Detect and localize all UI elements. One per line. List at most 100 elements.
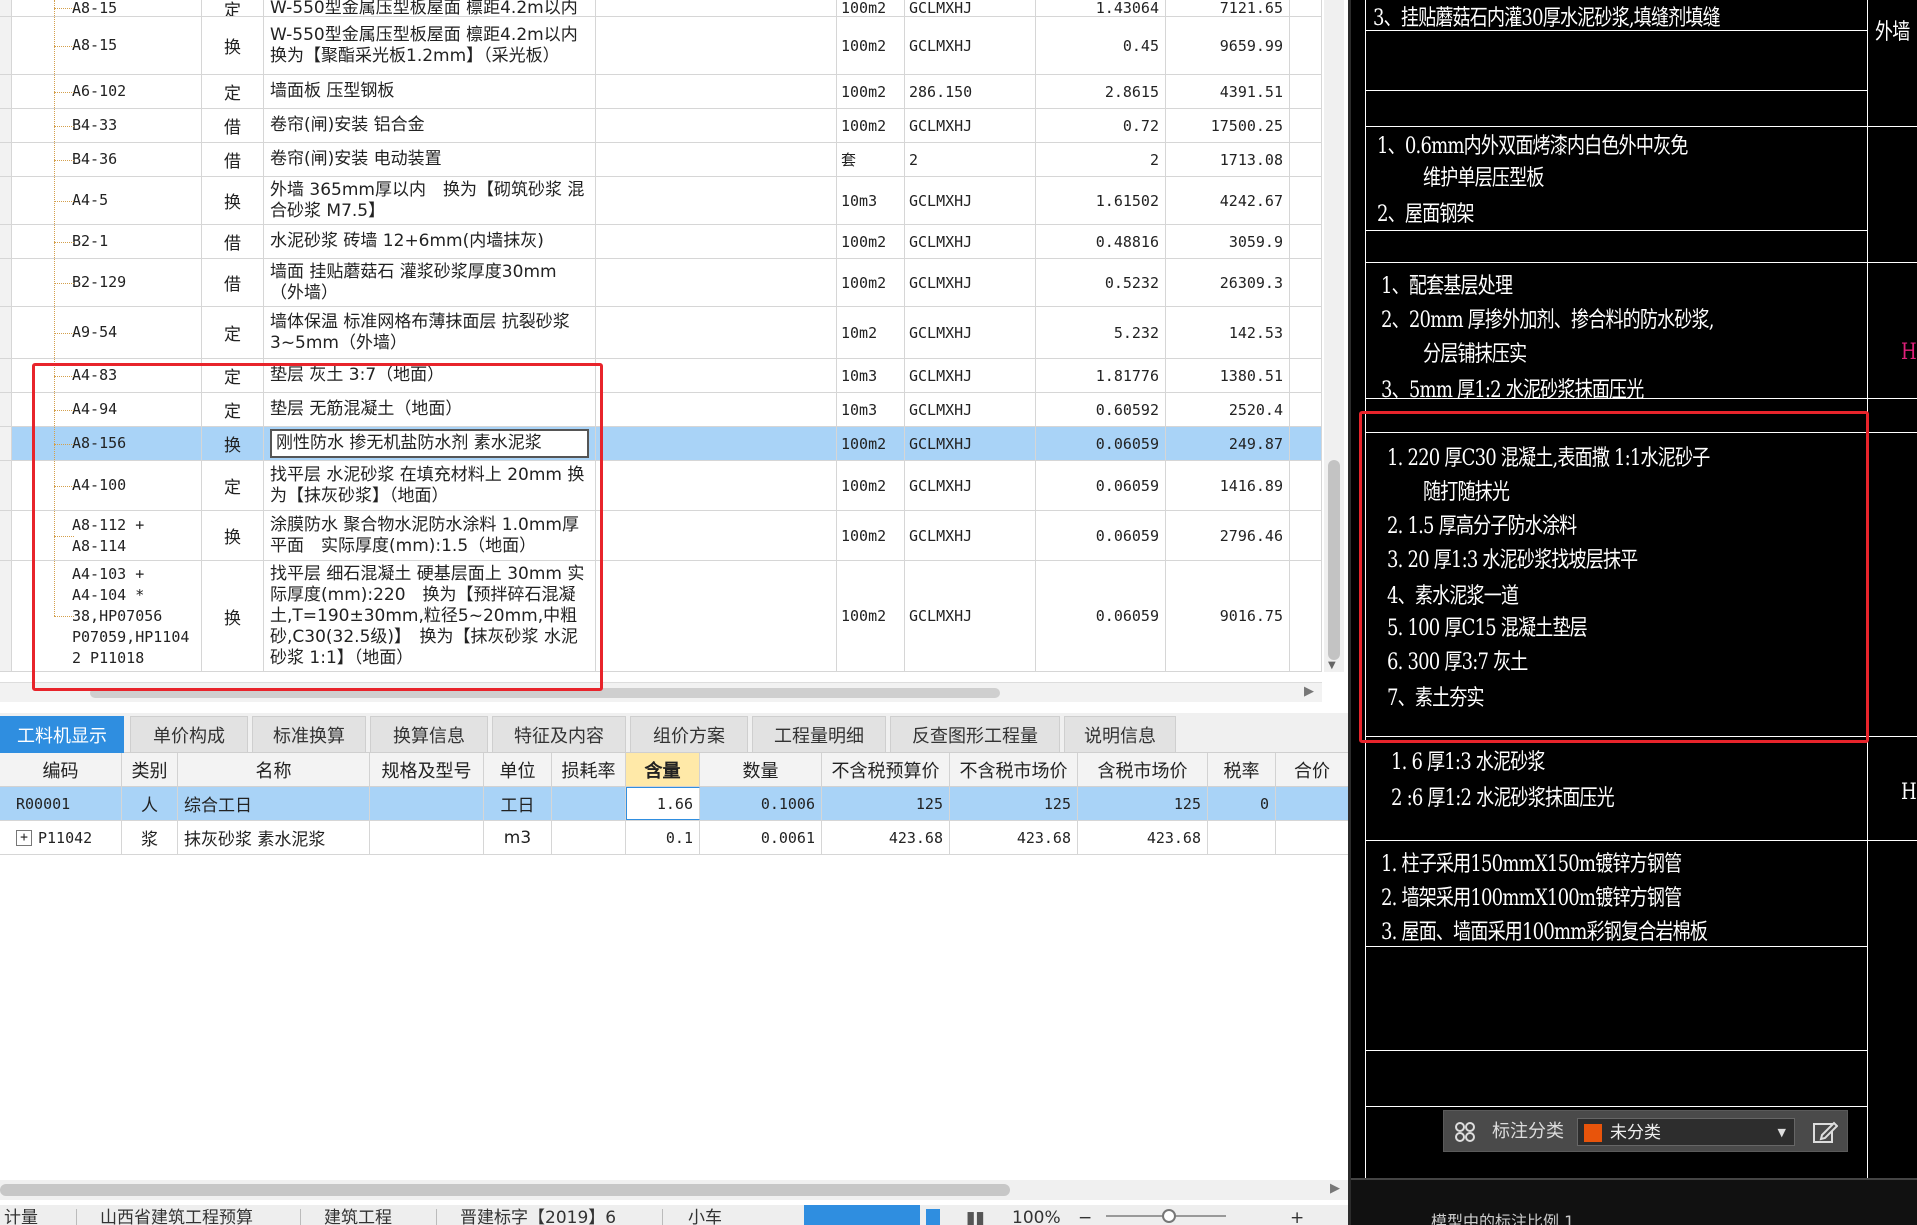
quota-name-cell: 卷帘(闸)安装 电动装置 xyxy=(264,143,596,176)
cad-annotation[interactable]: 3、挂贴蘑菇石内灌30厚水泥砂浆,填缝剂填缝 xyxy=(1373,0,1721,32)
table-row[interactable]: A4-94 定 垫层 无筋混凝土（地面） 10m3 GCLMXHJ 0.6059… xyxy=(0,393,1322,427)
cad-annotation[interactable]: 2、20mm 厚掺外加剂、掺合料的防水砂浆, xyxy=(1381,302,1714,334)
zoom-out-icon[interactable]: − xyxy=(1078,1205,1092,1225)
cad-annotation[interactable]: 2、屋面钢架 xyxy=(1377,196,1475,228)
scroll-thumb[interactable] xyxy=(0,1184,1010,1196)
cad-annotation[interactable]: 4、素水泥浆一道 xyxy=(1387,578,1519,610)
tab-pricing-scheme[interactable]: 组价方案 xyxy=(630,716,748,753)
table-row[interactable]: A8-15 换 W-550型金属压型板屋面 檩距4.2m以内 换为【聚酯采光板1… xyxy=(0,17,1322,75)
cad-annotation[interactable]: 1. 柱子采用150mmX150m镀锌方钢管 xyxy=(1381,846,1682,878)
cad-annotation[interactable]: 3. 屋面、墙面采用100mm彩钢复合岩棉板 xyxy=(1381,914,1708,946)
column-header[interactable]: 含税市场价 xyxy=(1078,753,1208,786)
cad-annotation[interactable]: 2 :6 厚1:2 水泥砂浆抹面压光 xyxy=(1391,780,1615,812)
column-header[interactable]: 不含税预算价 xyxy=(822,753,950,786)
quota-code-cell: B4-33 xyxy=(12,109,202,142)
column-header[interactable]: 编码 xyxy=(0,753,122,786)
scroll-right-arrow-icon[interactable]: ▶ xyxy=(1304,684,1314,699)
table-row[interactable]: B2-1 借 水泥砂浆 砖墙 12+6mm(内墙抹灰) 100m2 GCLMXH… xyxy=(0,225,1322,259)
cad-annotation[interactable]: 7、素土夯实 xyxy=(1387,680,1485,712)
column-header[interactable]: 损耗率 xyxy=(552,753,626,786)
table-row[interactable]: B4-33 借 卷帘(闸)安装 铝合金 100m2 GCLMXHJ 0.72 1… xyxy=(0,109,1322,143)
cad-annotation[interactable]: 1、配套基层处理 xyxy=(1381,268,1513,300)
cad-annotation[interactable]: H xyxy=(1901,340,1917,365)
cad-annotation[interactable]: 3. 20 厚1:3 水泥砂浆找坡层抹平 xyxy=(1387,542,1638,574)
quota-name-editor[interactable]: 刚性防水 掺无机盐防水剂 素水泥浆 xyxy=(270,429,589,458)
scroll-thumb[interactable] xyxy=(1328,460,1340,660)
resource-unit-cell: 工日 xyxy=(484,787,552,820)
table-row[interactable]: A8-15 定 W-550型金属压型板屋面 檩距4.2m以内 100m2 GCL… xyxy=(0,0,1322,17)
table-row[interactable]: A4-103 + A4-104 * 38,HP07056 P07059,HP11… xyxy=(0,561,1322,672)
column-header[interactable]: 税率 xyxy=(1208,753,1276,786)
column-header[interactable]: 规格及型号 xyxy=(370,753,484,786)
status-item: 计量 xyxy=(4,1208,38,1225)
cad-annotation[interactable]: H xyxy=(1901,780,1917,805)
resource-row[interactable]: R00001 人 综合工日 工日 1.66 0.1006 125 125 125… xyxy=(0,787,1348,821)
resource-name-cell: 综合工日 xyxy=(178,787,370,820)
cad-annotation[interactable]: 外墙 xyxy=(1875,14,1910,46)
price-cell: 249.87 xyxy=(1166,427,1290,460)
layout-icon[interactable]: ▮▮ xyxy=(966,1205,985,1225)
quota-code-cell: A4-83 xyxy=(12,359,202,392)
table-row[interactable]: A6-102 定 墙面板 压型钢板 100m2 286.150 2.8615 4… xyxy=(0,75,1322,109)
tab-standard-conversion[interactable]: 标准换算 xyxy=(252,716,366,753)
resource-content-cell[interactable]: 0.1 xyxy=(626,821,700,854)
quota-code-cell: A4-94 xyxy=(12,393,202,426)
cad-annotation[interactable]: 随打随抹光 xyxy=(1423,474,1510,506)
column-header[interactable]: 类别 xyxy=(122,753,178,786)
column-header[interactable]: 含量 xyxy=(626,753,700,786)
table-row[interactable]: B2-129 借 墙面 挂贴蘑菇石 灌浆砂浆厚度30mm（外墙） 100m2 G… xyxy=(0,259,1322,307)
status-checkbox[interactable] xyxy=(926,1209,940,1225)
column-header[interactable]: 数量 xyxy=(700,753,822,786)
cad-annotation[interactable]: 1. 220 厚C30 混凝土,表面撒 1:1水泥砂子 xyxy=(1387,440,1710,472)
vertical-scrollbar[interactable]: ▼ xyxy=(1324,0,1344,672)
caret-down-icon[interactable]: ▼ xyxy=(1778,1119,1786,1147)
cad-annotation[interactable]: 5. 100 厚C15 混凝土垫层 xyxy=(1387,610,1588,642)
tab-conversion-info[interactable]: 换算信息 xyxy=(370,716,488,753)
column-header[interactable]: 单位 xyxy=(484,753,552,786)
tab-reverse-graphic-quantity[interactable]: 反查图形工程量 xyxy=(890,716,1060,753)
cad-annotation[interactable]: 2. 墙架采用100mmX100m镀锌方钢管 xyxy=(1381,880,1682,912)
cad-annotation[interactable]: 3、5mm 厚1:2 水泥砂浆抹面压光 xyxy=(1381,372,1644,404)
cad-annotation[interactable]: 6. 300 厚3:7 灰土 xyxy=(1387,644,1528,676)
cad-annotation[interactable]: 分层铺抹压实 xyxy=(1423,336,1527,368)
column-header[interactable]: 合价 xyxy=(1276,753,1348,786)
cad-annotation[interactable]: 1、0.6mm内外双面烤漆内白色外中灰免 xyxy=(1377,128,1688,160)
quantity-cell: 1.81776 xyxy=(1036,359,1166,392)
table-row[interactable]: A4-5 换 外墙 365mm厚以内 换为【砌筑砂浆 混合砂浆 M7.5】 10… xyxy=(0,177,1322,225)
scroll-right-arrow-icon[interactable]: ▶ xyxy=(1330,1181,1340,1196)
edit-icon[interactable] xyxy=(1812,1120,1838,1144)
resource-row[interactable]: + P11042 浆 抹灰砂浆 素水泥浆 m3 0.1 0.0061 423.68… xyxy=(0,821,1348,855)
scroll-down-arrow-icon[interactable]: ▼ xyxy=(1328,660,1336,671)
resource-content-input[interactable]: 1.66 xyxy=(626,787,700,820)
scroll-thumb[interactable] xyxy=(90,688,1000,698)
annotation-category-select[interactable]: 未分类 ▼ xyxy=(1577,1118,1795,1146)
quota-name-cell[interactable]: 刚性防水 掺无机盐防水剂 素水泥浆 xyxy=(264,427,596,460)
table-row[interactable]: B4-36 借 卷帘(闸)安装 电动装置 套 2 2 1713.08 xyxy=(0,143,1322,177)
quota-name-cell: 墙体保温 标准网格布薄抹面层 抗裂砂浆3~5mm（外墙） xyxy=(264,307,596,358)
table-row[interactable]: A8-112 + A8-114 换 涂膜防水 聚合物水泥防水涂料 1.0mm厚 … xyxy=(0,511,1322,561)
column-header[interactable]: 名称 xyxy=(178,753,370,786)
grid-icon[interactable] xyxy=(1454,1121,1476,1143)
cad-annotation[interactable]: 2. 1.5 厚高分子防水涂料 xyxy=(1387,508,1577,540)
tab-labor-material-machine[interactable]: 工料机显示 xyxy=(0,716,124,753)
table-row[interactable]: A4-100 定 找平层 水泥砂浆 在填充材料上 20mm 换为【抹灰砂浆】（地… xyxy=(0,461,1322,511)
cad-annotation[interactable]: 维护单层压型板 xyxy=(1423,160,1544,192)
column-header[interactable]: 不含税市场价 xyxy=(950,753,1078,786)
quota-name-cell: 垫层 无筋混凝土（地面） xyxy=(264,393,596,426)
expand-plus-icon[interactable]: + xyxy=(16,829,32,846)
cad-annotation[interactable]: 1. 6 厚1:3 水泥砂浆 xyxy=(1391,744,1545,776)
tab-features-content[interactable]: 特征及内容 xyxy=(492,716,626,753)
table-row-selected[interactable]: A8-156 换 刚性防水 掺无机盐防水剂 素水泥浆 100m2 GCLMXHJ… xyxy=(0,427,1322,461)
price-cell: 1713.08 xyxy=(1166,143,1290,176)
tab-description-info[interactable]: 说明信息 xyxy=(1064,716,1176,753)
tab-unit-price-composition[interactable]: 单价构成 xyxy=(130,716,248,753)
horizontal-scrollbar[interactable]: ▶ xyxy=(0,1180,1348,1200)
horizontal-scrollbar[interactable]: ▶ xyxy=(0,682,1322,702)
price-cell: 1380.51 xyxy=(1166,359,1290,392)
zoom-slider-handle[interactable] xyxy=(1162,1209,1176,1223)
tab-quantity-detail[interactable]: 工程量明细 xyxy=(752,716,886,753)
status-toggle-button[interactable] xyxy=(804,1205,920,1225)
table-row[interactable]: A9-54 定 墙体保温 标准网格布薄抹面层 抗裂砂浆3~5mm（外墙） 10m… xyxy=(0,307,1322,359)
zoom-in-icon[interactable]: + xyxy=(1290,1205,1304,1225)
table-row[interactable]: A4-83 定 垫层 灰土 3:7（地面） 10m3 GCLMXHJ 1.817… xyxy=(0,359,1322,393)
